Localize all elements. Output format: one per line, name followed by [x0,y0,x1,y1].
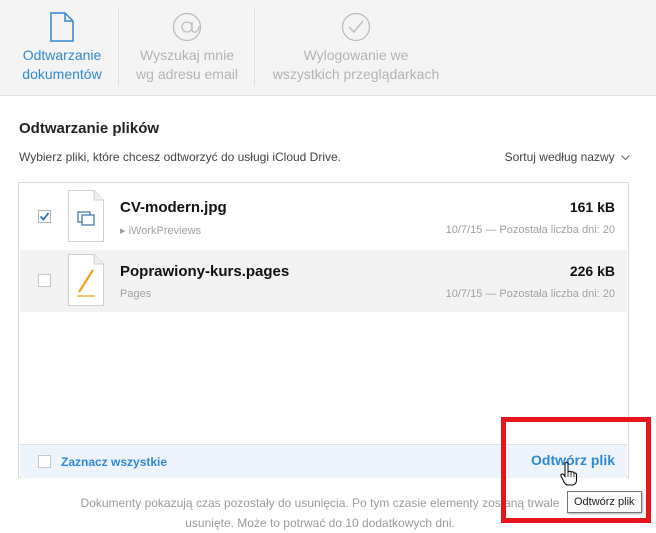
at-sign-icon [172,12,202,42]
file-row[interactable]: Poprawiony-kurs.pages Pages 226 kB 10/7/… [20,250,627,312]
select-all-checkbox[interactable] [38,455,51,468]
checkmark-icon [39,212,50,221]
tab-restore-documents[interactable]: Odtwarzanie dokumentów [8,0,116,95]
tab-label-line1: Odtwarzanie [22,47,102,63]
tab-label-line1: Wyszukaj mnie [139,47,234,63]
chevron-down-icon [621,155,630,161]
sort-dropdown[interactable]: Sortuj według nazwy [505,150,630,164]
tooltip: Odtwórz plik [567,491,642,513]
tab-divider [254,8,255,86]
file-meta: 10/7/15 — Pozostała liczba dni: 20 [445,288,615,300]
file-source: ▸ iWorkPreviews [120,225,202,237]
page-title: Odtwarzanie plików [19,120,160,137]
tab-divider [118,8,119,86]
file-size: 161 kB [569,199,615,215]
file-source: Pages [120,288,152,300]
file-meta: 10/7/15 — Pozostała liczba dni: 20 [445,224,615,236]
pages-document-icon [68,254,104,306]
image-document-icon [68,190,104,242]
hand-cursor-icon [560,462,577,486]
document-icon [50,12,74,42]
file-row[interactable]: CV-modern.jpg ▸ iWorkPreviews 161 kB 10/… [20,186,627,248]
top-tab-bar: Odtwarzanie dokumentów Wyszukaj mnie wg … [0,0,656,96]
file-checkbox[interactable] [38,210,51,223]
tab-sign-out-all-browsers[interactable]: Wylogowanie we wszystkich przeglądarkach [258,0,454,95]
file-size: 226 kB [569,263,615,279]
tab-find-by-email[interactable]: Wyszukaj mnie wg adresu email [122,0,252,95]
sort-label: Sortuj według nazwy [504,150,615,164]
page-subtitle: Wybierz pliki, które chcesz odtworzyć do… [19,150,342,164]
file-name: CV-modern.jpg [120,199,227,216]
checkmark-circle-icon [341,12,371,42]
tab-label-line2: wg adresu email [136,66,238,82]
file-checkbox[interactable] [38,274,51,287]
tab-label-line2: wszystkich przeglądarkach [272,66,440,82]
tab-label-line1: Wylogowanie we [303,47,409,63]
tab-label-line2: dokumentów [22,66,102,82]
select-all-link[interactable]: Zaznacz wszystkie [61,455,167,469]
file-name: Poprawiony-kurs.pages [120,263,290,280]
